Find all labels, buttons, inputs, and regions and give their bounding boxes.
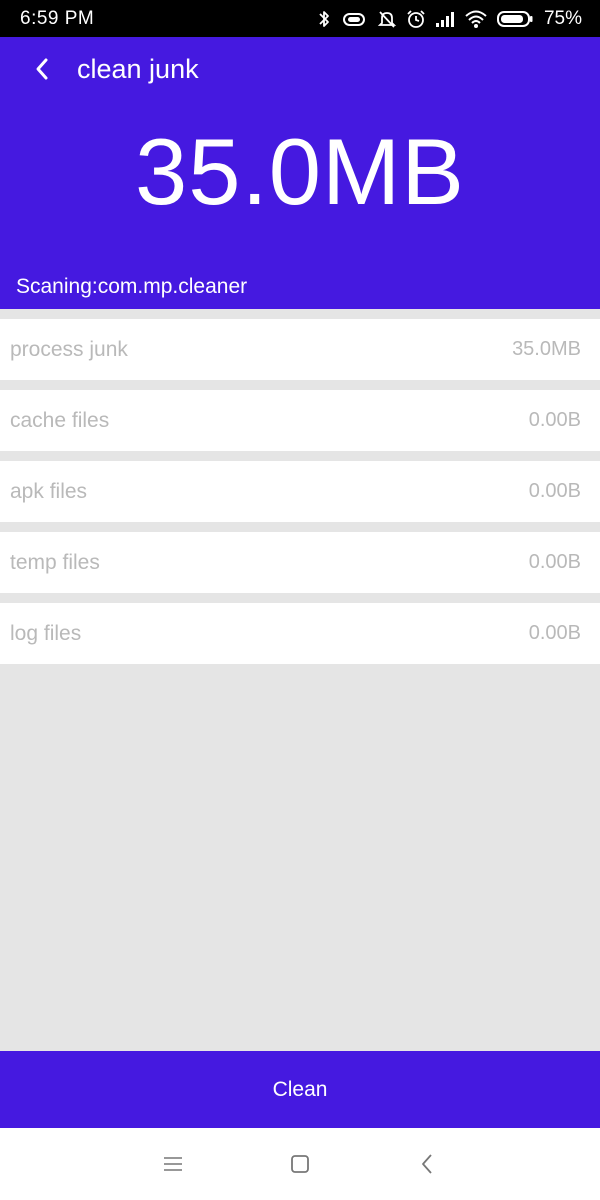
signal-icon	[435, 11, 454, 27]
junk-row-apk[interactable]: apk files 0.00B	[0, 461, 600, 522]
junk-size: 0.00B	[528, 480, 581, 502]
junk-row-cache[interactable]: cache files 0.00B	[0, 390, 600, 451]
home-icon	[291, 1155, 309, 1173]
home-button[interactable]	[280, 1144, 320, 1184]
junk-size: 0.00B	[528, 551, 581, 573]
junk-list: process junk 35.0MB cache files 0.00B ap…	[0, 319, 600, 674]
nav-back-button[interactable]	[407, 1144, 447, 1184]
battery-icon	[496, 10, 533, 27]
total-junk-size: 35.0MB	[135, 119, 465, 224]
junk-label: log files	[10, 621, 82, 645]
back-icon	[421, 1154, 432, 1174]
header: clean junk 35.0MB Scaning:com.mp.cleaner	[0, 37, 600, 309]
screen: 6:59 PM 75% clean junk 35.0MB Scaning:co…	[0, 0, 600, 1200]
menu-icon	[164, 1157, 183, 1171]
junk-label: temp files	[10, 550, 100, 574]
junk-row-temp[interactable]: temp files 0.00B	[0, 532, 600, 593]
status-time: 6:59 PM	[20, 7, 95, 29]
vibrate-icon	[342, 12, 365, 26]
battery-percent: 75%	[543, 7, 582, 29]
junk-label: process junk	[10, 337, 128, 361]
junk-label: cache files	[10, 408, 110, 432]
junk-size: 0.00B	[528, 622, 581, 644]
nav-bar	[0, 1128, 600, 1200]
junk-size: 0.00B	[528, 409, 581, 431]
wifi-icon	[465, 10, 487, 28]
chevron-left-icon	[36, 58, 48, 80]
junk-size: 35.0MB	[512, 338, 581, 360]
bluetooth-icon	[319, 10, 329, 27]
scan-status: Scaning:com.mp.cleaner	[16, 275, 248, 298]
alarm-icon	[407, 9, 425, 28]
clean-button[interactable]: Clean	[0, 1051, 600, 1128]
status-bar: 6:59 PM 75%	[0, 0, 600, 37]
junk-label: apk files	[10, 479, 88, 503]
junk-row-process[interactable]: process junk 35.0MB	[0, 319, 600, 380]
junk-row-log[interactable]: log files 0.00B	[0, 603, 600, 664]
status-icons: 75%	[317, 8, 582, 30]
mute-alert-icon	[377, 10, 397, 28]
page-title: clean junk	[77, 54, 199, 84]
menu-button[interactable]	[153, 1144, 193, 1184]
back-button[interactable]	[24, 51, 60, 87]
